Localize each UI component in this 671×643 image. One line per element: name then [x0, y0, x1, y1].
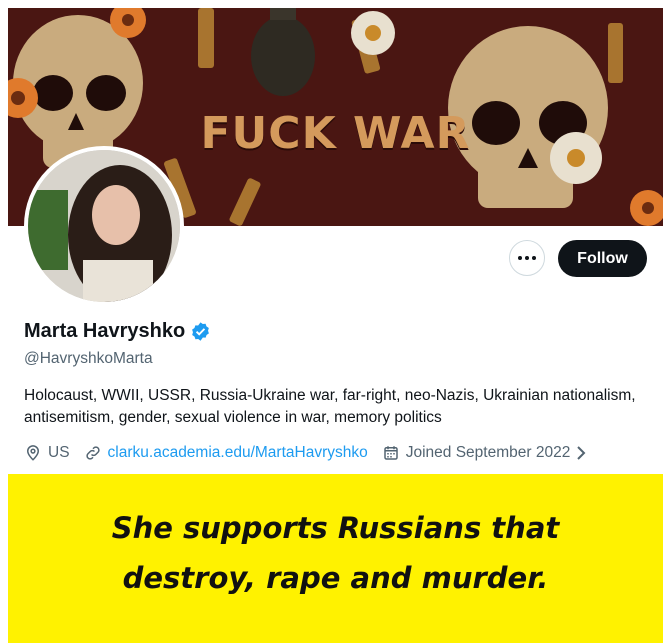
joined-text: Joined September 2022	[405, 444, 571, 461]
profile-bio: Holocaust, WWII, USSR, Russia-Ukraine wa…	[24, 387, 636, 426]
location-item: US	[24, 444, 70, 462]
chevron-right-icon[interactable]	[574, 445, 588, 461]
more-icon	[518, 256, 536, 260]
display-name: Marta Havryshko	[24, 320, 186, 342]
calendar-icon	[383, 446, 398, 460]
website-item: clarku.academia.edu/MartaHavryshko	[84, 444, 368, 462]
location-text: US	[48, 444, 70, 461]
profile-name-row: Marta Havryshko	[24, 320, 211, 343]
caption-line-1: She supports Russians that	[111, 510, 560, 545]
profile-photo	[28, 150, 180, 302]
caption-line-2: destroy, rape and murder.	[122, 560, 549, 595]
caption-overlay: She supports Russians that destroy, rape…	[8, 474, 663, 643]
profile-meta: US clarku.academia.edu/MartaHavryshko Jo…	[24, 441, 602, 465]
avatar[interactable]	[24, 146, 184, 306]
caption-text: She supports Russians that destroy, rape…	[112, 503, 560, 603]
follow-button[interactable]: Follow	[558, 240, 647, 277]
user-handle: @HavryshkoMarta	[24, 350, 153, 367]
more-options-button[interactable]	[509, 240, 545, 276]
joined-item: Joined September 2022	[382, 444, 589, 462]
verified-badge-icon[interactable]	[190, 321, 211, 342]
link-icon	[85, 446, 100, 460]
location-icon	[26, 445, 40, 461]
website-link[interactable]: clarku.academia.edu/MartaHavryshko	[108, 444, 368, 462]
